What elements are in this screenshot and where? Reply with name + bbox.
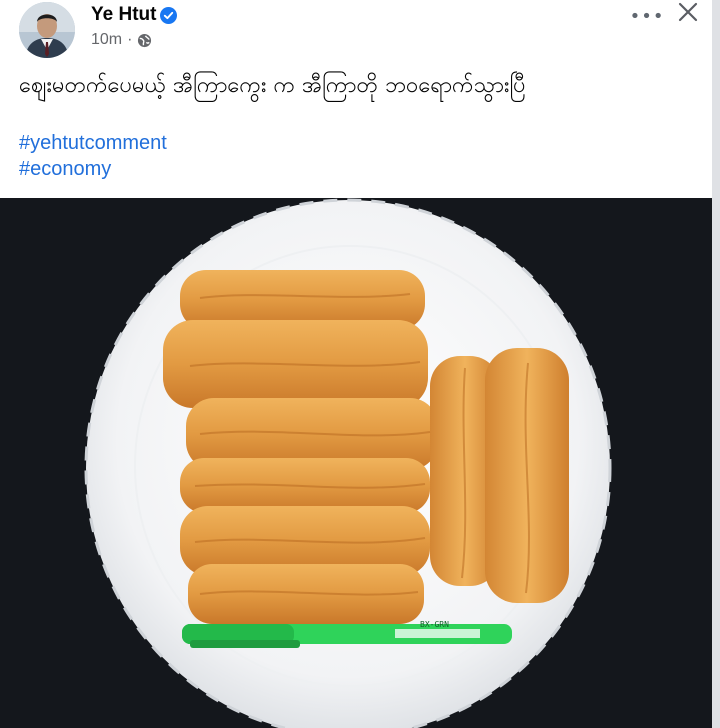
author-avatar[interactable] [19, 2, 75, 58]
more-options-button[interactable]: ••• [629, 5, 665, 27]
post-timestamp[interactable]: 10m [91, 31, 122, 49]
post-photo[interactable]: BX-GRN [0, 198, 712, 728]
author-name[interactable]: Ye Htut [91, 4, 156, 26]
pen-label: BX-GRN [420, 620, 449, 629]
verified-badge-icon [160, 6, 178, 24]
more-horizontal-icon: ••• [629, 5, 665, 27]
scrollbar-track[interactable] [712, 0, 720, 728]
avatar-photo [19, 2, 75, 58]
post-card: Ye Htut 10m · ••• ဈေးမတက်ပေမယ့် အီကြာကွေ… [0, 0, 712, 728]
hashtag-link[interactable]: #yehtutcomment [19, 130, 167, 156]
hashtag-list: #yehtutcomment #economy [19, 130, 167, 182]
meta-separator: · [127, 31, 133, 48]
close-icon[interactable] [676, 0, 700, 24]
post-meta: 10m · [91, 31, 152, 49]
green-pen: BX-GRN [182, 620, 512, 648]
plate-of-fried-dough-image: BX-GRN [0, 198, 712, 728]
post-header: Ye Htut 10m · ••• [0, 0, 712, 62]
author-name-row: Ye Htut [91, 4, 178, 26]
hashtag-link[interactable]: #economy [19, 156, 167, 182]
post-message: ဈေးမတက်ပေမယ့် အီကြာကွေး က အီကြာတို ဘဝရော… [19, 73, 526, 98]
globe-icon[interactable] [137, 33, 152, 48]
